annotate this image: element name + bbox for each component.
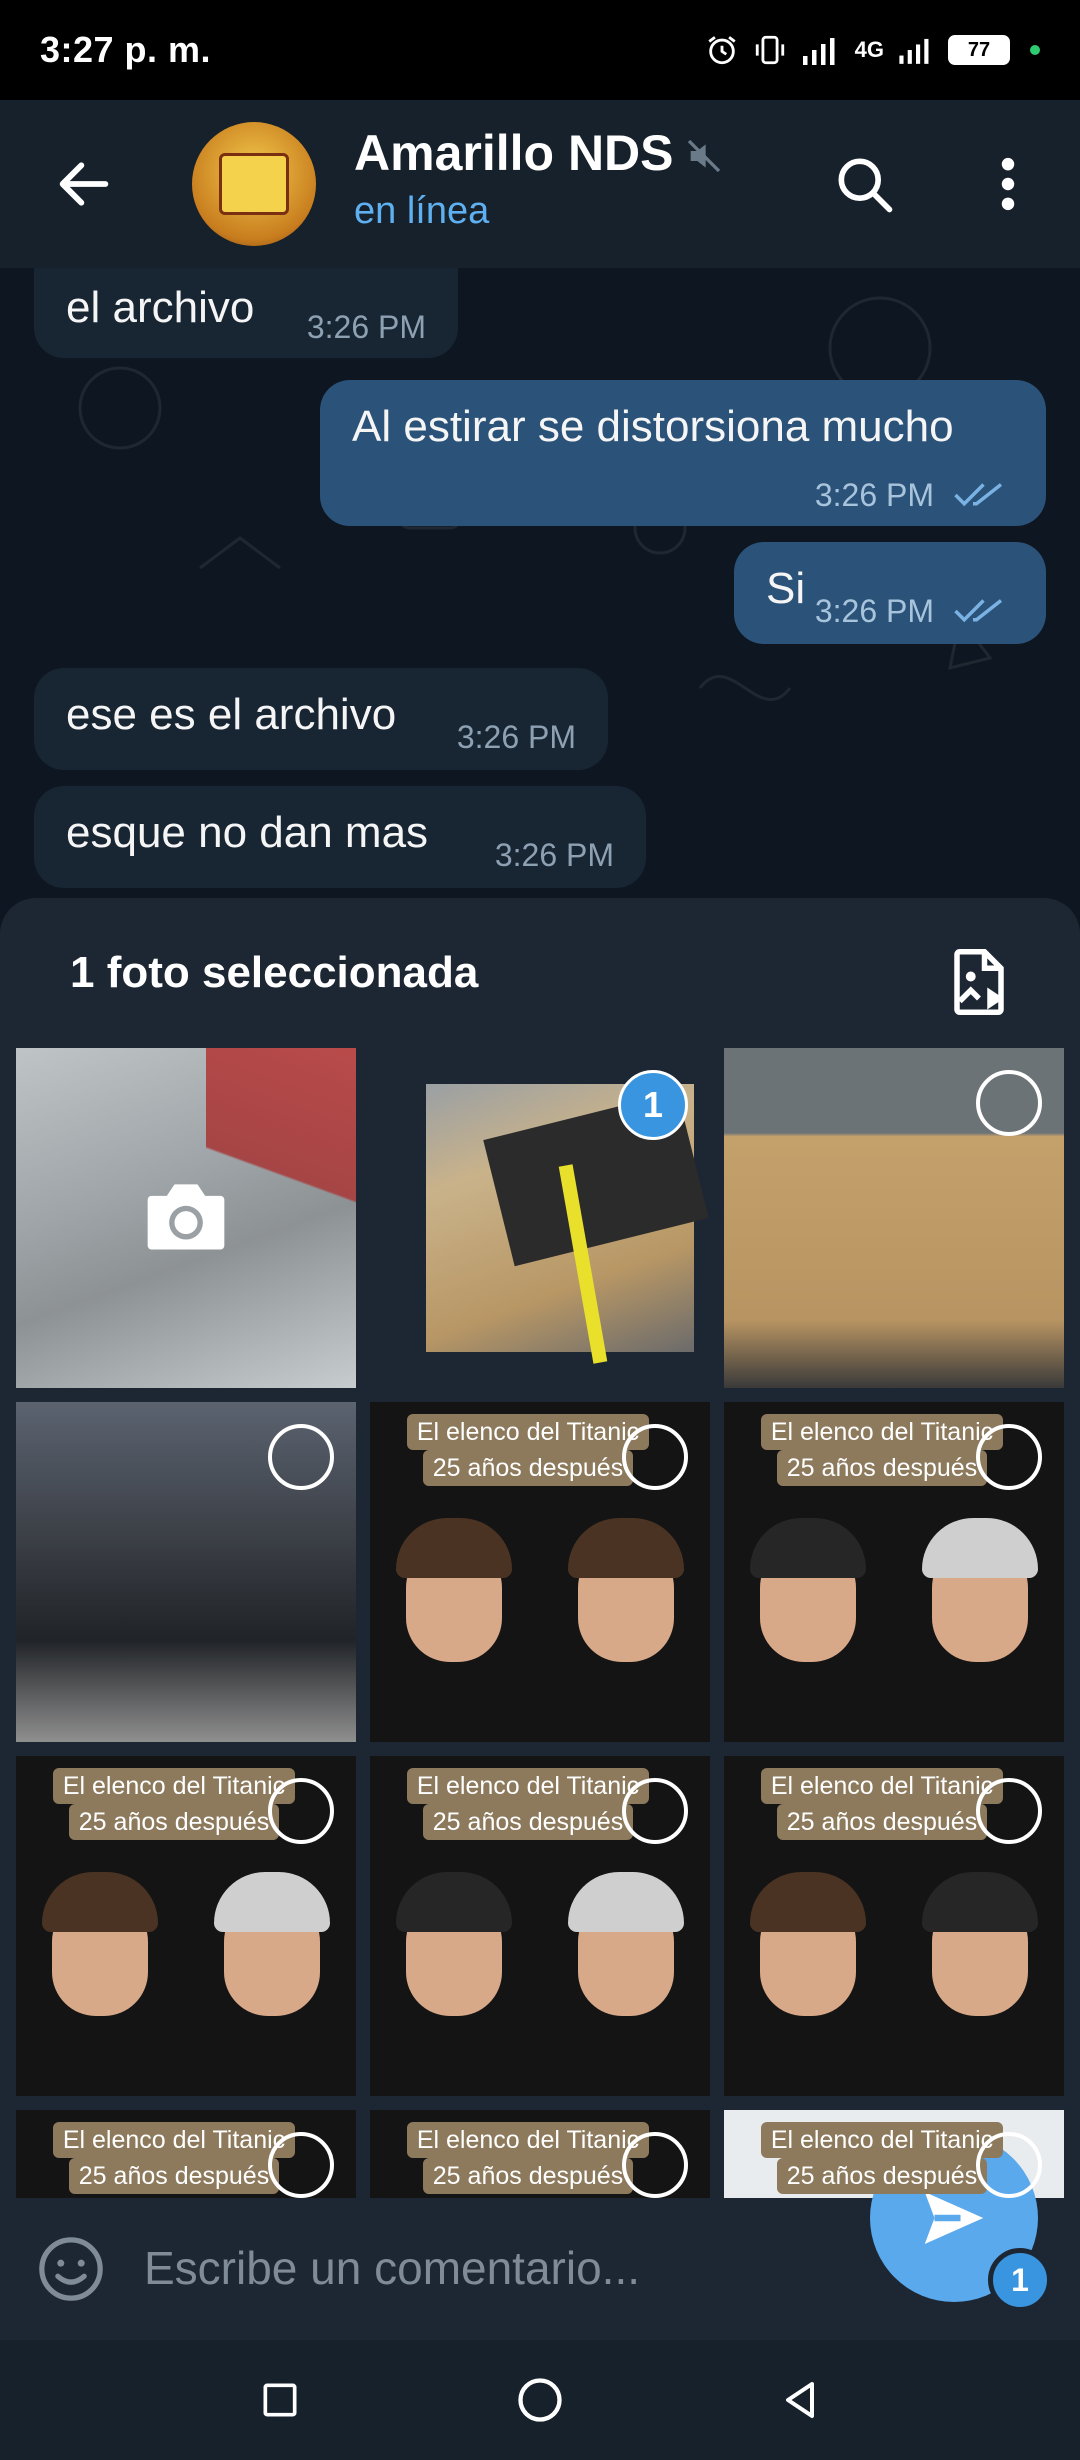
message-text: el archivo <box>66 283 255 332</box>
photo-caption: El elenco del Titanic 25 años después <box>398 2122 658 2194</box>
photo-caption: El elenco del Titanic 25 años después <box>752 1414 1012 1486</box>
search-icon[interactable] <box>830 150 898 218</box>
chat-online-status: en línea <box>354 190 490 232</box>
back-arrow-icon[interactable] <box>52 152 116 216</box>
more-options-icon[interactable] <box>990 150 1026 218</box>
selection-number-badge[interactable]: 1 <box>618 1070 688 1140</box>
message-text: Si <box>766 564 806 613</box>
status-icons: 4G 77 <box>705 33 1040 67</box>
photo-grid[interactable]: 1 El elenco del Titanic 25 años después E… <box>16 1048 1064 2450</box>
photo-caption: El elenco del Titanic 25 años después <box>752 1768 1012 1840</box>
alarm-icon <box>708 36 736 65</box>
message-time: 3:26 PM <box>456 719 576 755</box>
message-time: 3:26 PM <box>306 309 426 345</box>
gallery-photo[interactable]: El elenco del Titanic 25 años después <box>724 1402 1064 1742</box>
selection-circle[interactable] <box>976 1778 1042 1844</box>
telegram-screen: 3:27 p. m. 4G 77 Amarillo NDS en línea e… <box>0 0 1080 2460</box>
comment-input[interactable] <box>144 2228 844 2308</box>
selection-circle[interactable] <box>976 1070 1042 1136</box>
triangle-back-icon <box>786 2382 814 2418</box>
photo-face <box>370 1848 538 2096</box>
gallery-photo[interactable]: 1 <box>370 1048 710 1388</box>
vibrate-icon <box>755 35 784 65</box>
message-text: ese es el archivo <box>66 690 397 739</box>
chat-title[interactable]: Amarillo NDS <box>354 124 674 182</box>
back-button[interactable] <box>770 2370 830 2430</box>
photo-caption: El elenco del Titanic 25 años después <box>752 2122 1012 2194</box>
message-bubble[interactable]: Al estirar se distorsiona mucho 3:26 PM <box>320 380 1046 526</box>
photo-caption: El elenco del Titanic 25 años después <box>44 2122 304 2194</box>
chat-messages[interactable]: el archivo 3:26 PM Al estirar se distors… <box>0 268 1080 898</box>
selection-circle[interactable] <box>622 1424 688 1490</box>
photo-face <box>724 1494 892 1742</box>
selection-circle[interactable] <box>268 1778 334 1844</box>
status-time: 3:27 p. m. <box>40 29 212 70</box>
gallery-photo[interactable]: El elenco del Titanic 25 años después <box>370 1756 710 2096</box>
home-button[interactable] <box>510 2370 570 2430</box>
square-icon <box>263 2383 297 2417</box>
network-type: 4G <box>854 37 884 62</box>
message-bubble[interactable]: esque no dan mas 3:26 PM <box>34 786 646 888</box>
gallery-photo[interactable]: El elenco del Titanic 25 años después <box>724 1756 1064 2096</box>
gallery-photo[interactable] <box>724 1048 1064 1388</box>
message-time: 3:26 PM <box>494 837 614 873</box>
muted-icon <box>687 139 721 173</box>
selection-circle[interactable] <box>976 1424 1042 1490</box>
signal-icon <box>802 38 835 65</box>
message-bubble[interactable]: el archivo 3:26 PM <box>34 268 458 358</box>
send-count-badge: 1 <box>988 2248 1052 2312</box>
photo-face <box>542 1494 710 1742</box>
selection-circle[interactable] <box>268 1424 334 1490</box>
message-bubble[interactable]: Si 3:26 PM <box>734 542 1046 644</box>
photo-face <box>724 1848 892 2096</box>
battery-icon: 77 <box>948 35 1010 65</box>
message-text: Al estirar se distorsiona mucho <box>352 402 954 451</box>
gallery-photo[interactable]: El elenco del Titanic 25 años después <box>370 1402 710 1742</box>
message-text: esque no dan mas <box>66 808 429 857</box>
selection-circle[interactable] <box>622 1778 688 1844</box>
photo-caption: El elenco del Titanic 25 años después <box>44 1768 304 1840</box>
selection-circle[interactable] <box>268 2132 334 2198</box>
gallery-photo[interactable] <box>16 1402 356 1742</box>
chat-header: Amarillo NDS en línea <box>0 100 1080 268</box>
photo-face <box>896 1848 1064 2096</box>
charging-dot <box>1030 45 1040 55</box>
chat-avatar[interactable] <box>192 122 316 246</box>
message-bubble[interactable]: ese es el archivo 3:26 PM <box>34 668 608 770</box>
photo-face <box>188 1848 356 2096</box>
attachment-sheet: 1 foto seleccionada 1 El elenco del Tita… <box>0 898 1080 2450</box>
photo-caption: El elenco del Titanic 25 años después <box>398 1768 658 1840</box>
selection-circle[interactable] <box>976 2132 1042 2198</box>
signal-icon-2 <box>899 38 929 64</box>
message-time: 3:26 PM <box>814 593 934 629</box>
system-nav-bar <box>0 2340 1080 2460</box>
circle-icon <box>518 2378 562 2422</box>
photo-face <box>542 1848 710 2096</box>
selection-count-title: 1 foto seleccionada <box>70 948 479 997</box>
photo-face <box>16 1848 184 2096</box>
photo-caption: El elenco del Titanic 25 años después <box>398 1414 658 1486</box>
selection-circle[interactable] <box>622 2132 688 2198</box>
read-checks-icon <box>954 599 1003 623</box>
gallery-photo[interactable]: El elenco del Titanic 25 años después <box>16 1756 356 2096</box>
send-as-file-icon[interactable] <box>946 946 1012 1018</box>
photo-face <box>370 1494 538 1742</box>
photo-face <box>896 1494 1064 1742</box>
recents-button[interactable] <box>250 2370 310 2430</box>
camera-icon <box>147 1184 225 1250</box>
status-bar: 3:27 p. m. 4G 77 <box>0 0 1080 100</box>
game-cartridge-image <box>219 153 289 215</box>
message-time: 3:26 PM <box>814 477 934 513</box>
emoji-icon[interactable] <box>36 2234 106 2304</box>
read-checks-icon <box>954 483 1003 507</box>
camera-tile[interactable] <box>16 1048 356 1388</box>
